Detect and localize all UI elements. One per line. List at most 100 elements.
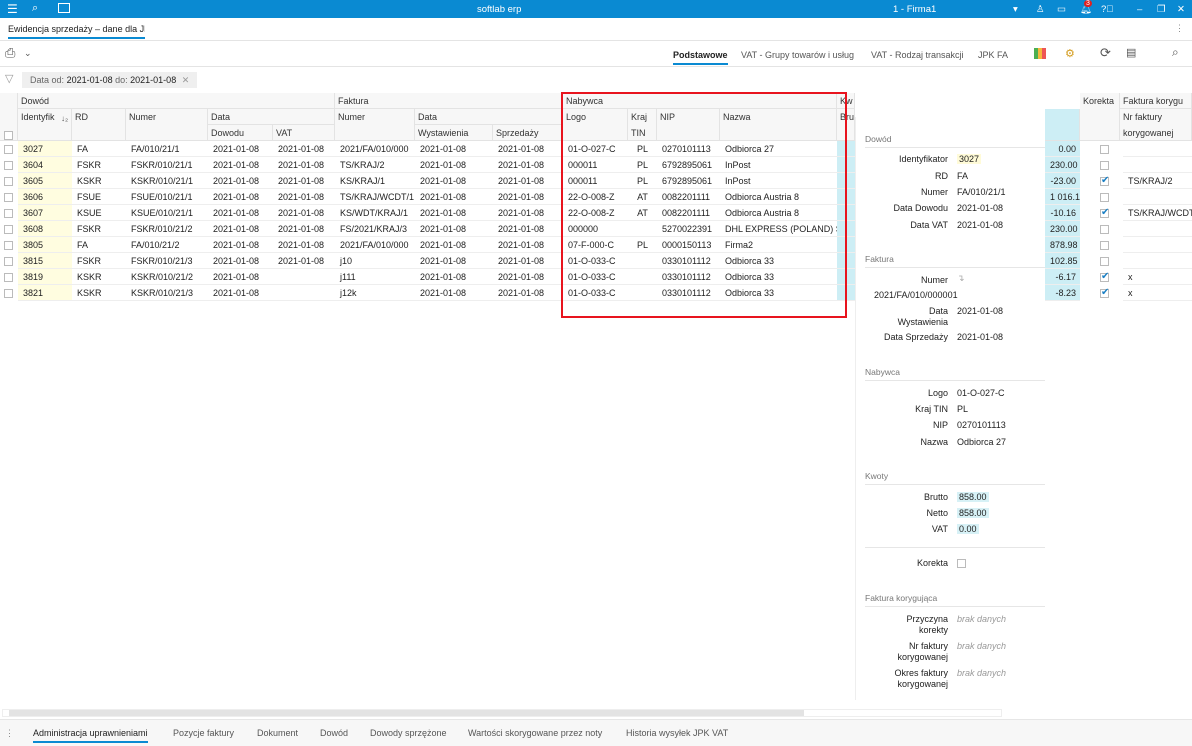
cell-brutto: 1 016.16 bbox=[1045, 189, 1080, 205]
value-data-vat: 2021-01-08 bbox=[957, 220, 1004, 230]
bottom-tab-dokument[interactable]: Dokument bbox=[257, 728, 298, 738]
row-checkbox[interactable] bbox=[4, 177, 13, 186]
cell-nr-faktury-korygowanej: x bbox=[1123, 285, 1192, 301]
korekta-checkbox[interactable] bbox=[1100, 175, 1109, 186]
print-icon[interactable]: ⎙ bbox=[5, 45, 15, 61]
chevron-down-icon[interactable]: ▾ bbox=[1013, 4, 1018, 15]
search-icon[interactable]: ⌕ bbox=[32, 2, 38, 15]
link-icon[interactable]: ↴ bbox=[957, 273, 965, 284]
label-identyfikator: Identyfikator bbox=[898, 154, 948, 164]
korekta-checkbox[interactable] bbox=[1100, 241, 1109, 250]
cell-dowodu: 2021-01-08 bbox=[208, 269, 273, 285]
cell-nr-faktury-korygowanej bbox=[1123, 237, 1192, 253]
header-sprzedazy[interactable]: Sprzedaży bbox=[493, 125, 563, 141]
chevron-down-icon[interactable]: ⌄ bbox=[24, 48, 32, 59]
row-checkbox[interactable] bbox=[4, 209, 13, 218]
value-nazwa: Odbiorca 27 bbox=[957, 437, 1007, 447]
bottom-tab-historia[interactable]: Historia wysyłek JPK VAT bbox=[626, 728, 728, 738]
card-icon[interactable] bbox=[58, 3, 70, 13]
korekta-checkbox[interactable] bbox=[1100, 207, 1109, 218]
row-checkbox[interactable] bbox=[4, 273, 13, 282]
cell-fnum: TS/KRAJ/2 bbox=[335, 157, 415, 173]
korekta-checkbox[interactable] bbox=[1100, 145, 1109, 154]
filter-to-label: do: bbox=[115, 75, 128, 85]
minimize-icon[interactable]: – bbox=[1137, 4, 1142, 15]
cell-numer: KSKR/010/21/3 bbox=[126, 285, 208, 301]
korekta-checkbox[interactable] bbox=[1100, 271, 1109, 282]
settings-warning-icon[interactable]: ⚙ bbox=[1065, 47, 1075, 60]
help-icon[interactable]: ?⃝ bbox=[1101, 4, 1113, 15]
cell-sprz: 2021-01-08 bbox=[493, 253, 563, 269]
row-checkbox[interactable] bbox=[4, 193, 13, 202]
company-selector[interactable]: 1 - Firma1 bbox=[893, 4, 936, 15]
row-checkbox[interactable] bbox=[4, 225, 13, 234]
value-nip: 0270101113 bbox=[957, 420, 1006, 430]
view-tab-vat-grupy[interactable]: VAT - Grupy towarów i usług bbox=[741, 50, 854, 60]
value-okres: brak danych bbox=[957, 668, 1007, 678]
more-icon[interactable]: ⋮ bbox=[5, 728, 14, 739]
refresh-icon[interactable]: ⟳ bbox=[1100, 45, 1111, 61]
horizontal-scrollbar[interactable] bbox=[2, 709, 1002, 717]
label-data-dowodu: Data Dowodu bbox=[893, 203, 948, 213]
korekta-checkbox[interactable] bbox=[1100, 193, 1109, 202]
cell-vat: 2021-01-08 bbox=[273, 157, 335, 173]
chart-icon[interactable] bbox=[1034, 48, 1046, 59]
label-vat: VAT bbox=[931, 524, 948, 534]
header-data[interactable]: Data bbox=[208, 109, 335, 125]
view-tab-jpk-fa[interactable]: JPK FA bbox=[978, 50, 1008, 60]
restore-icon[interactable]: ❐ bbox=[1157, 4, 1166, 15]
cell-wyst: 2021-01-08 bbox=[415, 237, 493, 253]
row-checkbox[interactable] bbox=[4, 145, 13, 154]
cell-numer: KSKR/010/21/1 bbox=[126, 173, 208, 189]
user-icon[interactable]: ♙ bbox=[1036, 4, 1045, 15]
header-numer[interactable]: Numer bbox=[126, 109, 208, 141]
layout-settings-icon[interactable]: ▤ bbox=[1126, 46, 1136, 59]
view-tab-vat-rodzaj[interactable]: VAT - Rodzaj transakcji bbox=[871, 50, 964, 60]
sort-icon[interactable]: ↓₂ bbox=[61, 114, 68, 123]
filter-icon[interactable]: ▽ bbox=[5, 72, 13, 85]
row-checkbox[interactable] bbox=[4, 257, 13, 266]
header-rd[interactable]: RD bbox=[72, 109, 126, 141]
label-okres-korygowanej: korygowanej bbox=[897, 679, 948, 689]
bottom-tab-pozycje[interactable]: Pozycje faktury bbox=[173, 728, 234, 738]
section-nabywca: Nabywca bbox=[865, 367, 900, 377]
korekta-checkbox[interactable] bbox=[957, 559, 966, 568]
chat-icon[interactable]: ▭ bbox=[1057, 4, 1066, 15]
header-vat[interactable]: VAT bbox=[273, 125, 335, 141]
menu-icon[interactable]: ☰ bbox=[7, 2, 18, 16]
header-wystawienia[interactable]: Wystawienia bbox=[415, 125, 493, 141]
clear-filter-icon[interactable]: ✕ bbox=[182, 75, 190, 85]
header-group-faktura: Faktura bbox=[335, 93, 563, 109]
bottom-tab-dowod[interactable]: Dowód bbox=[320, 728, 348, 738]
bottom-tab-administracja[interactable]: Administracja uprawnieniami bbox=[33, 728, 148, 743]
korekta-checkbox[interactable] bbox=[1100, 225, 1109, 234]
cell-wyst: 2021-01-08 bbox=[415, 269, 493, 285]
header-korekta[interactable]: Korekta bbox=[1080, 93, 1120, 141]
header-f_numer[interactable]: Numer bbox=[335, 109, 415, 141]
korekta-checkbox[interactable] bbox=[1100, 257, 1109, 266]
cell-nr-faktury-korygowanej bbox=[1123, 189, 1192, 205]
row-checkbox[interactable] bbox=[4, 161, 13, 170]
more-icon[interactable]: ⋮ bbox=[1175, 23, 1184, 34]
bottom-tab-wartosci[interactable]: Wartości skorygowane przez noty bbox=[468, 728, 602, 738]
korekta-checkbox[interactable] bbox=[1100, 161, 1109, 170]
header-korygowanej[interactable]: korygowanej bbox=[1120, 125, 1192, 141]
bottom-tab-dowody-sprzezone[interactable]: Dowody sprzężone bbox=[370, 728, 447, 738]
date-filter-chip[interactable]: Data od: 2021-01-08 do: 2021-01-08 ✕ bbox=[22, 72, 198, 88]
cell-rd: FA bbox=[72, 141, 126, 157]
row-checkbox[interactable] bbox=[4, 289, 13, 298]
header-nr-faktury[interactable]: Nr faktury bbox=[1120, 109, 1192, 125]
header-dowodu[interactable]: Dowodu bbox=[208, 125, 273, 141]
korekta-checkbox[interactable] bbox=[1100, 287, 1109, 298]
header-f_data[interactable]: Data bbox=[415, 109, 563, 125]
row-checkbox[interactable] bbox=[4, 241, 13, 250]
cell-sprz: 2021-01-08 bbox=[493, 157, 563, 173]
search-columns-icon[interactable]: ⌕ bbox=[1172, 45, 1179, 60]
value-przyczyna: brak danych bbox=[957, 614, 1007, 624]
value-logo: 01-O-027-C bbox=[957, 388, 1005, 398]
tab-ewidencja[interactable]: Ewidencja sprzedaży – dane dla JPK V bbox=[8, 24, 145, 39]
close-icon[interactable]: ✕ bbox=[1177, 4, 1185, 15]
view-tab-podstawowe[interactable]: Podstawowe bbox=[673, 50, 728, 65]
cell-wyst: 2021-01-08 bbox=[415, 189, 493, 205]
select-all-checkbox[interactable] bbox=[4, 131, 13, 140]
